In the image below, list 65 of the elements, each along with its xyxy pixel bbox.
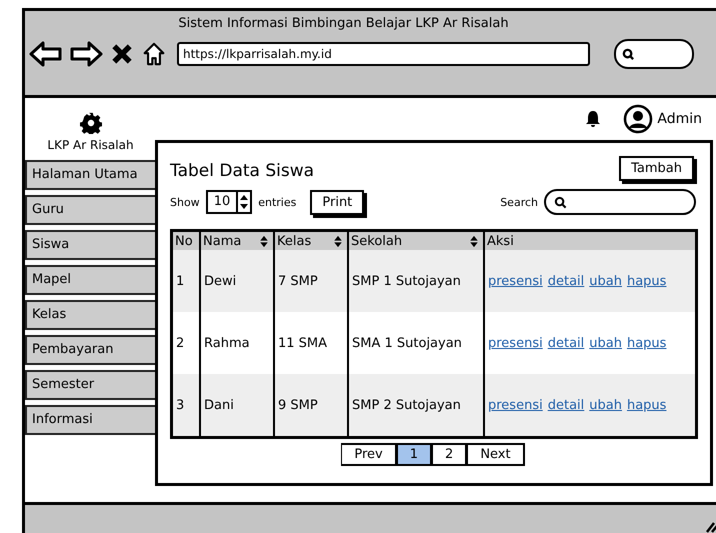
bell-icon[interactable] (585, 110, 602, 128)
action-link[interactable]: detail (548, 274, 584, 288)
page-size-stepper[interactable]: 10 (206, 190, 252, 214)
page-button[interactable]: Prev (341, 443, 397, 466)
table-cell: SMP 2 Sutojayan (348, 374, 484, 438)
close-icon[interactable] (111, 42, 133, 66)
table-cell: 9 SMP (274, 374, 348, 438)
column-header[interactable]: Nama (200, 230, 274, 250)
page-button[interactable]: 1 (396, 443, 432, 466)
menu-item[interactable]: Kelas (25, 300, 156, 330)
column-header[interactable]: No (172, 230, 200, 250)
table-cell: 3 (172, 374, 200, 438)
back-icon[interactable] (29, 41, 63, 67)
action-link[interactable]: ubah (589, 274, 622, 288)
gear-icon (80, 112, 102, 134)
menu-item[interactable]: Mapel (25, 265, 156, 295)
search-icon (622, 48, 635, 60)
table-cell: Dewi (200, 250, 274, 312)
search-label: Search (500, 196, 538, 208)
menu-item[interactable]: Guru (25, 195, 156, 225)
brand-label: LKP Ar Risalah (47, 138, 134, 152)
action-link[interactable]: ubah (589, 398, 622, 412)
user-name: Admin (657, 111, 702, 127)
table-cell: Rahma (200, 312, 274, 374)
window-title: Sistem Informasi Bimbingan Belajar LKP Ar Risalah (177, 15, 510, 31)
menu-item[interactable]: Informasi (25, 405, 156, 435)
column-header[interactable]: Sekolah (348, 230, 484, 250)
table-cell: 2 (172, 312, 200, 374)
action-link[interactable]: presensi (488, 336, 543, 350)
menu-item[interactable]: Pembayaran (25, 335, 156, 365)
action-link[interactable]: presensi (488, 398, 543, 412)
menu-item[interactable]: Siswa (25, 230, 156, 260)
search-field[interactable] (614, 39, 694, 69)
menu-item[interactable]: Semester (25, 370, 156, 400)
sort-icon[interactable] (333, 234, 343, 248)
page-button[interactable]: 2 (432, 443, 468, 466)
entries-label: entries (258, 196, 296, 208)
action-link[interactable]: hapus (626, 336, 666, 350)
table-cell: SMP 1 Sutojayan (348, 250, 484, 312)
show-label: Show (170, 196, 200, 208)
action-link[interactable]: detail (548, 398, 584, 412)
table-cell: 7 SMP (274, 250, 348, 312)
table-cell: 11 SMA (274, 312, 348, 374)
sort-icon[interactable] (259, 234, 269, 248)
table-cell: Dani (200, 374, 274, 438)
stepper-arrows-icon[interactable] (238, 193, 250, 211)
sort-icon[interactable] (469, 234, 479, 248)
action-link[interactable]: presensi (488, 274, 543, 288)
search-icon (554, 196, 567, 208)
table-cell: SMA 1 Sutojayan (348, 312, 484, 374)
column-header[interactable]: Kelas (274, 230, 348, 250)
action-link[interactable]: ubah (589, 336, 622, 350)
panel-title: Tabel Data Siswa (170, 161, 314, 181)
menu-item[interactable]: Halaman Utama (25, 160, 156, 190)
forward-icon[interactable] (69, 41, 103, 67)
address-field[interactable]: https://lkparrisalah.my.id (177, 42, 590, 66)
action-link[interactable]: detail (548, 336, 584, 350)
table-cell: 1 (172, 250, 200, 312)
action-link[interactable]: hapus (626, 274, 666, 288)
search-field[interactable] (544, 189, 696, 215)
home-icon[interactable] (143, 42, 165, 66)
user-avatar-icon[interactable] (623, 104, 654, 134)
action-link[interactable]: hapus (626, 398, 666, 412)
column-header[interactable]: Aksi (484, 230, 696, 250)
page-button[interactable]: Next (467, 443, 525, 466)
